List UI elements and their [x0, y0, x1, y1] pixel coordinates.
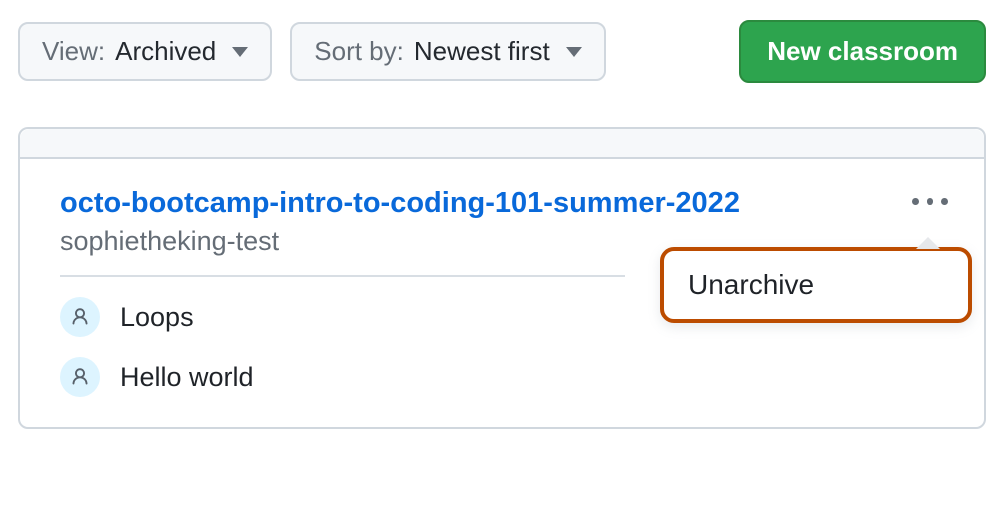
toolbar: View: Archived Sort by: Newest first New…	[18, 20, 986, 83]
unarchive-menu-item[interactable]: Unarchive	[688, 269, 944, 301]
dot-icon	[927, 198, 934, 205]
sort-filter-button[interactable]: Sort by: Newest first	[290, 22, 605, 81]
card-header	[20, 129, 984, 159]
dot-icon	[912, 198, 919, 205]
assignment-name: Hello world	[120, 362, 254, 393]
new-classroom-button[interactable]: New classroom	[739, 20, 986, 83]
list-item[interactable]: Hello world	[60, 357, 944, 397]
chevron-down-icon	[566, 47, 582, 57]
card-body: octo-bootcamp-intro-to-coding-101-summer…	[20, 159, 984, 427]
classroom-card: octo-bootcamp-intro-to-coding-101-summer…	[18, 127, 986, 429]
chevron-down-icon	[232, 47, 248, 57]
kebab-menu-button[interactable]	[906, 187, 954, 215]
person-icon	[60, 357, 100, 397]
classroom-title-link[interactable]: octo-bootcamp-intro-to-coding-101-summer…	[60, 187, 740, 220]
dot-icon	[941, 198, 948, 205]
sort-filter-label: Sort by:	[314, 36, 404, 67]
page-root: View: Archived Sort by: Newest first New…	[0, 0, 1004, 528]
actions-dropdown: Unarchive	[660, 247, 972, 323]
assignment-name: Loops	[120, 302, 194, 333]
view-filter-button[interactable]: View: Archived	[18, 22, 272, 81]
sort-filter-value: Newest first	[414, 36, 550, 67]
divider	[60, 275, 625, 277]
person-icon	[60, 297, 100, 337]
view-filter-label: View:	[42, 36, 105, 67]
view-filter-value: Archived	[115, 36, 216, 67]
